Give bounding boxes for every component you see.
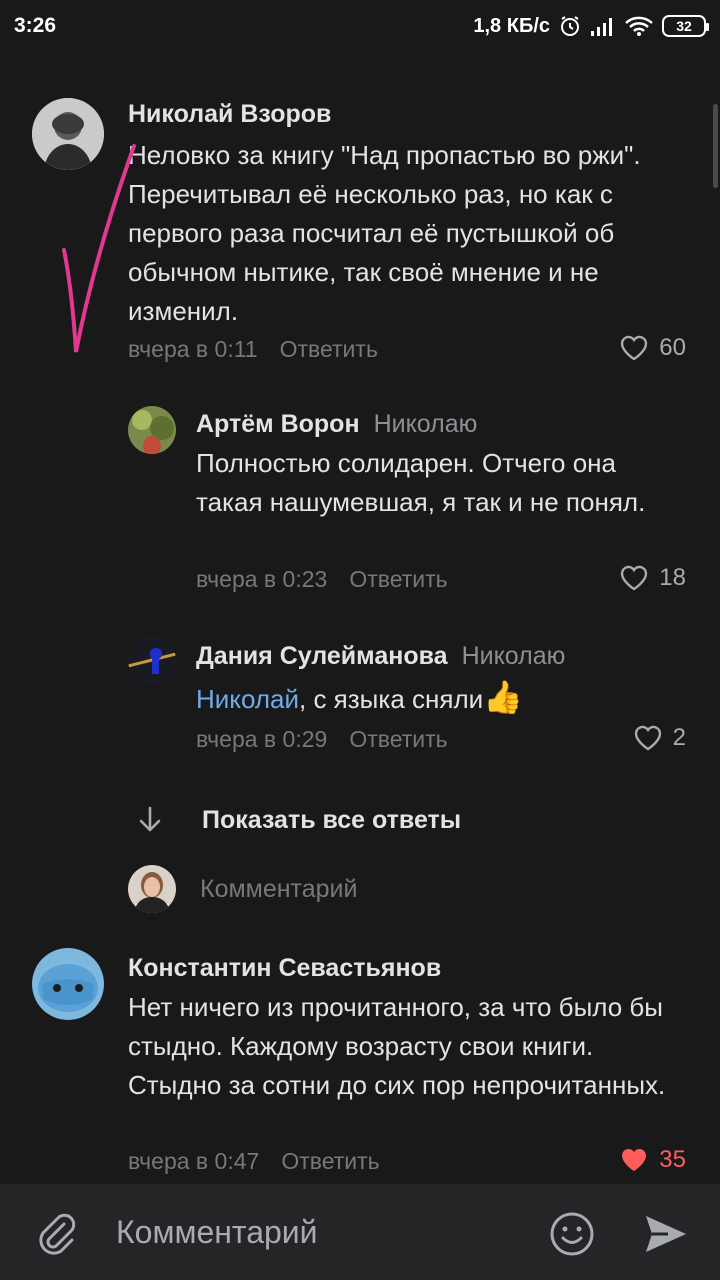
author-name[interactable]: Дания Сулейманова [196, 642, 448, 670]
like-count: 35 [659, 1146, 686, 1173]
comments-screen: 3:26 1,8 КБ/с 32 Николай Взоров Неловко … [0, 0, 720, 1280]
heart-filled-icon [622, 1148, 647, 1171]
comment-composer: Комментарий [0, 1184, 720, 1280]
comment-text: Полностью солидарен. Отчего она такая на… [196, 448, 646, 517]
avatar[interactable] [128, 636, 176, 684]
thread-reply-placeholder: Комментарий [200, 874, 358, 903]
reply-button[interactable]: Ответить [280, 336, 378, 362]
comment-input[interactable]: Комментарий [116, 1214, 318, 1251]
comment-time: вчера в 0:47 [128, 1148, 260, 1174]
reply-to[interactable]: Николаю [374, 410, 478, 438]
show-all-label: Показать все ответы [202, 805, 462, 834]
avatar[interactable] [128, 406, 176, 454]
comment-author[interactable]: Константин Севастьянов [128, 954, 441, 983]
like-count: 60 [659, 334, 686, 361]
heart-icon [634, 725, 661, 751]
comment-text: Николай, с языка сняли👍 [196, 678, 676, 719]
comment-meta: вчера в 0:47 Ответить [128, 1148, 380, 1175]
comment-meta: вчера в 0:23 Ответить [196, 566, 448, 593]
author-name[interactable]: Артём Ворон [196, 410, 360, 438]
comment-author[interactable]: Дания Сулейманова Николаю [196, 642, 565, 671]
comment-author[interactable]: Артём Ворон Николаю [196, 410, 477, 439]
paperclip-icon[interactable] [34, 1210, 80, 1256]
reply-button[interactable]: Ответить [281, 1148, 379, 1174]
comment-text: Неловко за книгу "Над пропастью во ржи".… [128, 140, 641, 326]
comment-meta: вчера в 0:11 Ответить [128, 336, 378, 363]
comment-text: Нет ничего из прочитанного, за что было … [128, 992, 666, 1100]
like-button[interactable]: 35 [619, 1146, 686, 1174]
like-count: 18 [659, 564, 686, 591]
comment-meta: вчера в 0:29 Ответить [196, 726, 448, 753]
comment-time: вчера в 0:11 [128, 336, 258, 362]
like-button[interactable]: 2 [633, 724, 686, 752]
comment-time: вчера в 0:29 [196, 726, 328, 752]
like-count: 2 [672, 724, 686, 751]
thread-reply-input[interactable]: Комментарий [128, 864, 357, 914]
send-icon[interactable] [642, 1212, 690, 1256]
mention-link[interactable]: Николай [196, 684, 299, 714]
my-avatar [128, 865, 176, 913]
arrow-down-icon [139, 806, 161, 832]
heart-icon [621, 335, 648, 361]
checkmark-drawing [62, 144, 136, 353]
emoji-icon[interactable] [548, 1210, 596, 1258]
like-button[interactable]: 18 [619, 564, 686, 592]
reply-to[interactable]: Николаю [462, 642, 566, 670]
comment-author[interactable]: Николай Взоров [128, 100, 331, 129]
reply-button[interactable]: Ответить [349, 726, 447, 752]
reply-artyom: Артём Ворон Николаю Полностью солидарен. … [0, 380, 720, 610]
thumbs-up-emoji: 👍 [483, 679, 523, 715]
comment-konstantin: Константин Севастьянов Нет ничего из про… [0, 940, 720, 1180]
like-button[interactable]: 60 [619, 334, 686, 362]
reply-daniya: Дания Сулейманова Николаю Николай, с язык… [0, 612, 720, 772]
comment-text-body: , с языка сняли [299, 684, 484, 714]
heart-icon [621, 565, 648, 591]
show-all-replies-button[interactable]: Показать все ответы [136, 798, 461, 842]
comment-time: вчера в 0:23 [196, 566, 328, 592]
avatar[interactable] [32, 948, 104, 1020]
reply-button[interactable]: Ответить [349, 566, 447, 592]
